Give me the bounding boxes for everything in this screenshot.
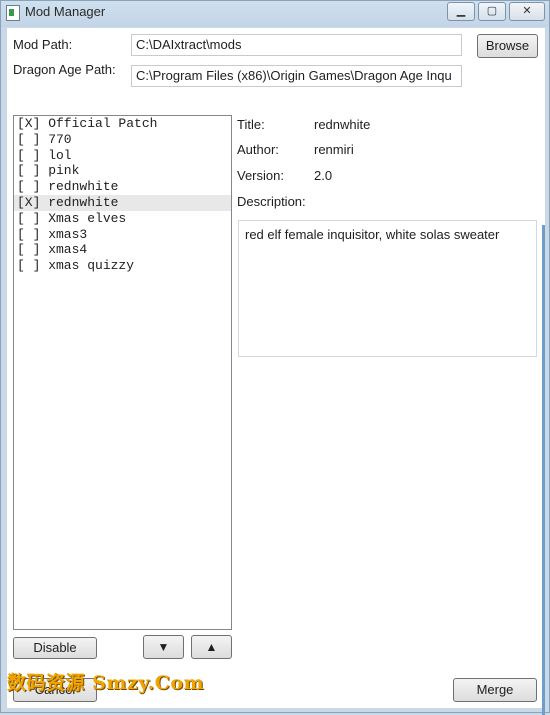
move-up-button[interactable]: ▲ [191, 635, 232, 659]
dragon-age-path-label: Dragon Age Path: [13, 62, 116, 77]
mod-list-item[interactable]: [ ] rednwhite [14, 179, 231, 195]
mod-list-item[interactable]: [ ] pink [14, 163, 231, 179]
version-value: 2.0 [314, 168, 333, 183]
browse-button[interactable]: Browse [477, 34, 538, 58]
scrollbar-track[interactable] [542, 225, 545, 715]
mod-list[interactable]: [X] Official Patch[ ] 770[ ] lol[ ] pink… [13, 115, 232, 630]
mod-list-item[interactable]: [ ] xmas4 [14, 242, 231, 258]
mod-list-item[interactable]: [ ] 770 [14, 132, 231, 148]
mod-list-item[interactable]: [ ] Xmas elves [14, 211, 231, 227]
author-value: renmiri [314, 142, 354, 157]
dragon-age-path-field[interactable]: C:\Program Files (x86)\Origin Games\Drag… [131, 65, 462, 87]
watermark: 数码资源 Smzy.Com [7, 672, 205, 694]
mod-list-item[interactable]: [ ] xmas3 [14, 227, 231, 243]
close-button[interactable]: ✕ [509, 2, 545, 21]
mod-list-item[interactable]: [ ] xmas quizzy [14, 258, 231, 274]
title-bar[interactable]: Mod Manager ▁ ▢ ✕ [1, 1, 549, 27]
minimize-button[interactable]: ▁ [447, 2, 475, 21]
mod-list-item[interactable]: [ ] lol [14, 148, 231, 164]
mod-manager-window: Mod Manager ▁ ▢ ✕ Mod Path: C:\DAIxtract… [0, 0, 550, 715]
client-area: Mod Path: C:\DAIxtract\mods Browse Drago… [7, 28, 545, 715]
mod-list-item[interactable]: [X] rednwhite [14, 194, 231, 211]
mod-path-field[interactable]: C:\DAIxtract\mods [131, 34, 462, 56]
author-label: Author: [237, 142, 279, 157]
maximize-button[interactable]: ▢ [478, 2, 506, 21]
title-label: Title: [237, 117, 265, 132]
title-value: rednwhite [314, 117, 371, 132]
app-icon [6, 5, 20, 21]
description-label: Description: [237, 194, 306, 209]
mod-path-label: Mod Path: [13, 37, 73, 52]
version-label: Version: [237, 168, 284, 183]
disable-button[interactable]: Disable [13, 637, 97, 659]
mod-list-item[interactable]: [X] Official Patch [14, 116, 231, 132]
move-down-button[interactable]: ▼ [143, 635, 184, 659]
merge-button[interactable]: Merge [453, 678, 537, 702]
description-box[interactable]: red elf female inquisitor, white solas s… [238, 220, 537, 357]
window-title: Mod Manager [25, 4, 106, 19]
